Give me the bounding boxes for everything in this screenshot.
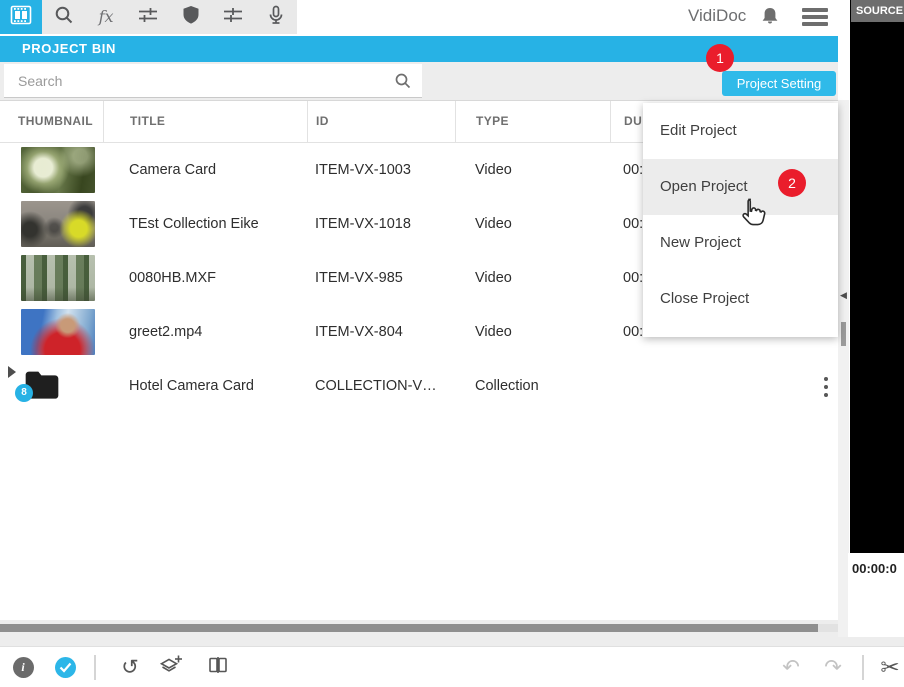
thumbnail-man-red-shirt <box>21 309 95 355</box>
rotate-ccw-icon: ↺ <box>121 657 139 678</box>
tool-strip: fx <box>0 0 297 34</box>
cell-title: 0080HB.MXF <box>129 251 216 305</box>
toolbar-divider <box>94 655 96 680</box>
bottom-toolbar: i ↺ <box>0 646 904 687</box>
undo-button[interactable]: ↶ <box>777 647 805 687</box>
cell-type: Video <box>475 251 512 305</box>
check-icon <box>55 657 76 678</box>
panel-collapse-arrow[interactable]: ◀ <box>840 290 847 301</box>
cell-type: Video <box>475 143 512 197</box>
rotate-ccw-button[interactable]: ↺ <box>117 647 143 687</box>
microphone-icon <box>265 4 287 31</box>
search-tool[interactable] <box>42 0 84 34</box>
cell-id: ITEM-VX-1018 <box>315 197 411 251</box>
app-title: VidiDoc <box>688 6 746 26</box>
add-layer-button[interactable] <box>156 647 186 687</box>
scissors-icon: ✂ <box>880 656 899 679</box>
thumbnail-forest-stream <box>21 147 95 193</box>
book-open-icon <box>206 654 230 681</box>
row-options-kebab-icon[interactable] <box>820 377 832 397</box>
app-window: fx <box>0 0 904 687</box>
effects-tool[interactable]: fx <box>85 0 127 34</box>
timecode-display: 00:00:0 <box>848 553 904 637</box>
menu-hamburger-icon[interactable] <box>802 8 828 26</box>
menu-item-close-project[interactable]: Close Project <box>643 271 838 327</box>
split-view-button[interactable] <box>204 647 232 687</box>
cell-duration: 00: <box>623 251 643 305</box>
undo-icon: ↶ <box>782 657 800 678</box>
fx-icon: fx <box>99 9 114 25</box>
cell-type: Collection <box>475 359 539 413</box>
cell-id: ITEM-VX-804 <box>315 305 403 359</box>
info-button[interactable]: i <box>10 647 36 687</box>
shield-icon <box>181 4 201 31</box>
media-bin-tab[interactable] <box>0 0 42 34</box>
source-monitor-panel: SOURCE <box>850 0 904 553</box>
voice-tool[interactable] <box>255 0 297 34</box>
search-box <box>4 64 422 98</box>
cell-id: ITEM-VX-1003 <box>315 143 411 197</box>
search-icon <box>53 4 75 31</box>
thumbnail-street-crowd <box>21 201 95 247</box>
column-header-title[interactable]: TITLE <box>103 101 307 142</box>
thumbnail-palm-trees <box>21 255 95 301</box>
source-panel-title: SOURCE <box>851 0 904 22</box>
mix-tool[interactable] <box>212 0 254 34</box>
cell-title: TEst Collection Eike <box>129 197 259 251</box>
divider-strip <box>838 637 904 646</box>
cell-duration: 00: <box>623 143 643 197</box>
sliders-icon <box>137 4 159 31</box>
annotation-step-1-badge: 1 <box>706 44 734 72</box>
menu-item-edit-project[interactable]: Edit Project <box>643 103 838 159</box>
project-setting-button[interactable]: Project Setting <box>722 71 836 96</box>
hand-cursor-icon <box>736 196 768 237</box>
adjust-tool[interactable] <box>127 0 169 34</box>
search-icon[interactable] <box>394 72 412 95</box>
cell-type: Video <box>475 197 512 251</box>
mixer-icon <box>222 4 244 31</box>
collection-count-badge: 8 <box>15 384 33 402</box>
column-header-thumbnail[interactable]: THUMBNAIL <box>18 101 103 142</box>
cell-duration: 00: <box>623 197 643 251</box>
column-header-type[interactable]: TYPE <box>455 101 610 142</box>
info-icon: i <box>13 657 34 678</box>
filmstrip-icon <box>9 4 33 31</box>
row-expand-arrow-icon[interactable] <box>8 366 16 378</box>
horizontal-scroll-area <box>0 620 838 646</box>
cell-title: greet2.mp4 <box>129 305 202 359</box>
redo-icon: ↷ <box>824 657 842 678</box>
vertical-scrollbar-thumb[interactable] <box>841 322 846 346</box>
cell-id: ITEM-VX-985 <box>315 251 403 305</box>
notifications-bell-icon[interactable] <box>758 5 782 29</box>
cell-id: COLLECTION-V… <box>315 359 437 413</box>
column-header-id[interactable]: ID <box>307 101 455 142</box>
approve-button[interactable] <box>52 647 78 687</box>
toolbar-divider <box>862 655 864 680</box>
table-row[interactable]: Hotel Camera Card COLLECTION-V… Collection <box>0 359 838 413</box>
cell-duration: 00: <box>623 305 643 359</box>
horizontal-scrollbar-thumb[interactable] <box>0 624 818 632</box>
top-app-bar: fx <box>0 0 850 34</box>
layers-plus-icon <box>158 653 184 682</box>
horizontal-scrollbar[interactable] <box>0 624 838 632</box>
cell-title: Hotel Camera Card <box>129 359 254 413</box>
search-input[interactable] <box>16 69 380 93</box>
annotation-step-2-badge: 2 <box>778 169 806 197</box>
cell-type: Video <box>475 305 512 359</box>
redo-button[interactable]: ↷ <box>819 647 847 687</box>
project-bin-title: PROJECT BIN <box>22 41 116 56</box>
cell-title: Camera Card <box>129 143 216 197</box>
cut-button[interactable]: ✂ <box>876 647 904 687</box>
shield-tool[interactable] <box>170 0 212 34</box>
